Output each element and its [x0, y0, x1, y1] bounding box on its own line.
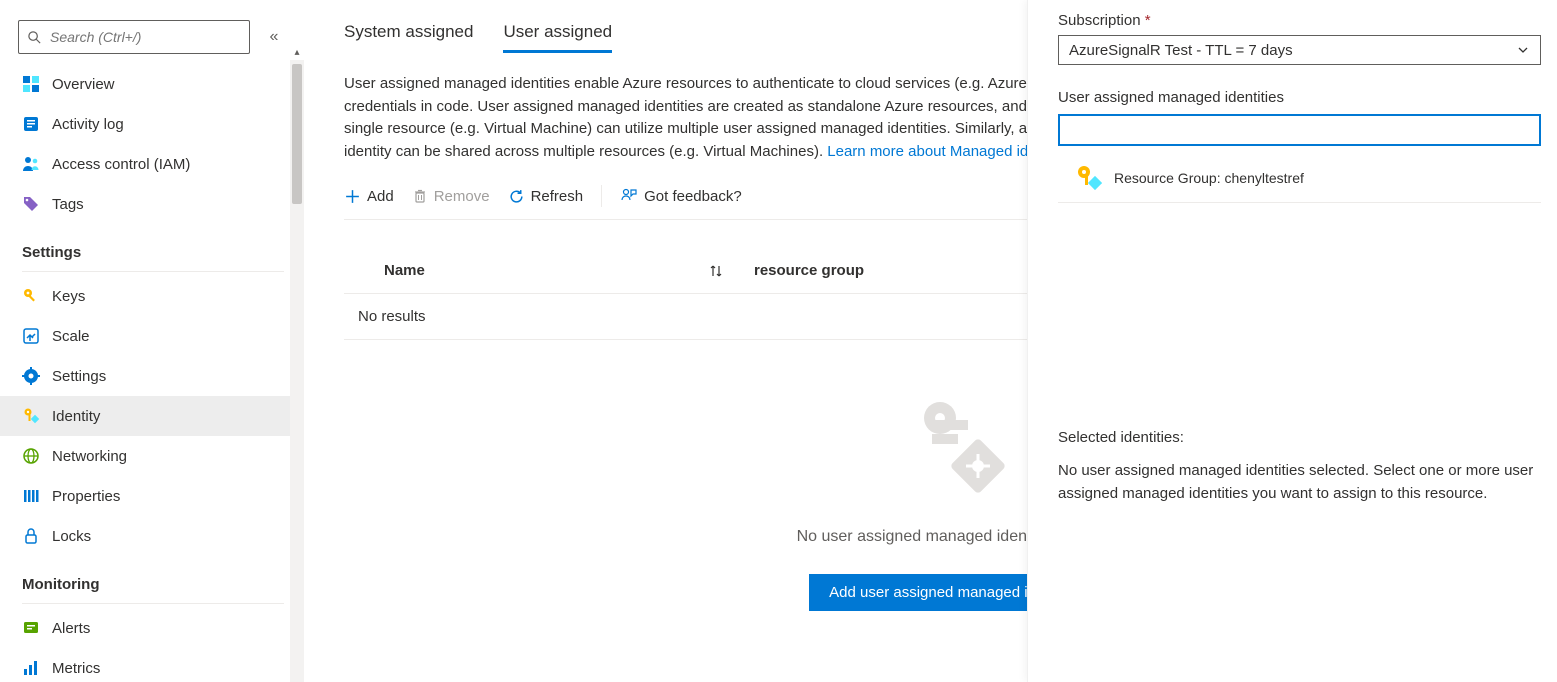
sidebar-item-settings[interactable]: Settings — [18, 356, 304, 396]
remove-button: Remove — [412, 188, 490, 205]
keys-icon — [22, 287, 40, 305]
metrics-icon — [22, 659, 40, 677]
scroll-up-icon[interactable]: ▴ — [292, 48, 302, 58]
toolbar-separator — [601, 185, 602, 207]
sidebar-item-label: Alerts — [52, 620, 90, 637]
sidebar-item-label: Scale — [52, 328, 90, 345]
sidebar-item-label: Tags — [52, 196, 84, 213]
add-button[interactable]: Add — [344, 188, 394, 205]
nav: Overview Activity log Access control (IA… — [0, 64, 304, 682]
feedback-icon — [620, 187, 638, 205]
add-identity-flyout: Subscription * AzureSignalR Test - TTL =… — [1027, 0, 1557, 682]
overview-icon — [22, 75, 40, 93]
sidebar-scrollbar[interactable]: ▴ — [290, 60, 304, 682]
feedback-button[interactable]: Got feedback? — [620, 187, 742, 205]
sort-icon — [708, 263, 724, 279]
sidebar-item-label: Access control (IAM) — [52, 156, 190, 173]
sidebar: « Overview Activity log Access contr — [0, 0, 304, 682]
sidebar-item-label: Overview — [52, 76, 115, 93]
selected-identities-label: Selected identities: — [1058, 429, 1541, 460]
identity-illustration-icon — [896, 390, 1006, 500]
divider — [22, 271, 284, 272]
sidebar-item-label: Activity log — [52, 116, 124, 133]
sidebar-item-label: Metrics — [52, 660, 100, 677]
identity-icon — [22, 407, 40, 425]
col-rg-label: resource group — [754, 262, 864, 279]
feedback-label: Got feedback? — [644, 188, 742, 205]
sidebar-item-scale[interactable]: Scale — [18, 316, 304, 356]
sidebar-item-label: Settings — [52, 368, 106, 385]
search-wrap: « — [0, 0, 304, 64]
selected-identities-hint: No user assigned managed identities sele… — [1058, 460, 1541, 505]
scale-icon — [22, 327, 40, 345]
search-input[interactable] — [48, 28, 241, 46]
sidebar-item-activity-log[interactable]: Activity log — [18, 104, 304, 144]
sidebar-item-access-control[interactable]: Access control (IAM) — [18, 144, 304, 184]
subscription-value: AzureSignalR Test - TTL = 7 days — [1069, 42, 1293, 59]
subscription-dropdown[interactable]: AzureSignalR Test - TTL = 7 days — [1058, 35, 1541, 65]
lock-icon — [22, 527, 40, 545]
add-label: Add — [367, 188, 394, 205]
trash-icon — [412, 188, 428, 204]
sidebar-item-properties[interactable]: Properties — [18, 476, 304, 516]
col-name-label: Name — [384, 262, 425, 279]
app-root: « Overview Activity log Access contr — [0, 0, 1557, 682]
sidebar-item-overview[interactable]: Overview — [18, 64, 304, 104]
plus-icon — [344, 188, 361, 205]
resource-group-option[interactable]: Resource Group: chenyltestref — [1058, 146, 1541, 203]
identities-label: User assigned managed identities — [1058, 77, 1541, 112]
sidebar-item-identity[interactable]: Identity — [0, 396, 304, 436]
tab-system-assigned[interactable]: System assigned — [344, 22, 473, 53]
scrollbar-thumb[interactable] — [292, 64, 302, 204]
sidebar-item-label: Keys — [52, 288, 85, 305]
selected-identities-section: Selected identities: No user assigned ma… — [1058, 429, 1541, 505]
tags-icon — [22, 195, 40, 213]
refresh-label: Refresh — [531, 188, 584, 205]
sidebar-item-keys[interactable]: Keys — [18, 276, 304, 316]
sidebar-item-tags[interactable]: Tags — [18, 184, 304, 224]
remove-label: Remove — [434, 188, 490, 205]
chevron-down-icon — [1516, 43, 1530, 57]
sidebar-item-label: Identity — [52, 408, 100, 425]
tab-user-assigned[interactable]: User assigned — [503, 22, 612, 53]
networking-icon — [22, 447, 40, 465]
search-icon — [27, 30, 42, 45]
collapse-sidebar-button[interactable]: « — [262, 28, 286, 46]
sidebar-item-metrics[interactable]: Metrics — [18, 648, 304, 682]
sidebar-item-alerts[interactable]: Alerts — [18, 608, 304, 648]
resource-group-label: Resource Group: chenyltestref — [1114, 170, 1304, 186]
subscription-label-text: Subscription — [1058, 12, 1141, 29]
activity-log-icon — [22, 115, 40, 133]
identity-icon — [1074, 164, 1102, 192]
iam-icon — [22, 155, 40, 173]
sidebar-item-label: Properties — [52, 488, 120, 505]
sidebar-item-locks[interactable]: Locks — [18, 516, 304, 556]
refresh-button[interactable]: Refresh — [508, 188, 584, 205]
search-box[interactable] — [18, 20, 250, 54]
sidebar-item-label: Locks — [52, 528, 91, 545]
column-header-name[interactable]: Name — [384, 262, 754, 279]
refresh-icon — [508, 188, 525, 205]
nav-section-settings: Settings — [18, 224, 304, 267]
gear-icon — [22, 367, 40, 385]
identities-search-input[interactable] — [1058, 114, 1541, 146]
sidebar-item-networking[interactable]: Networking — [18, 436, 304, 476]
nav-section-monitoring: Monitoring — [18, 556, 304, 599]
properties-icon — [22, 487, 40, 505]
required-asterisk: * — [1145, 12, 1151, 29]
subscription-label: Subscription * — [1058, 0, 1541, 35]
alerts-icon — [22, 619, 40, 637]
sidebar-item-label: Networking — [52, 448, 127, 465]
divider — [22, 603, 284, 604]
